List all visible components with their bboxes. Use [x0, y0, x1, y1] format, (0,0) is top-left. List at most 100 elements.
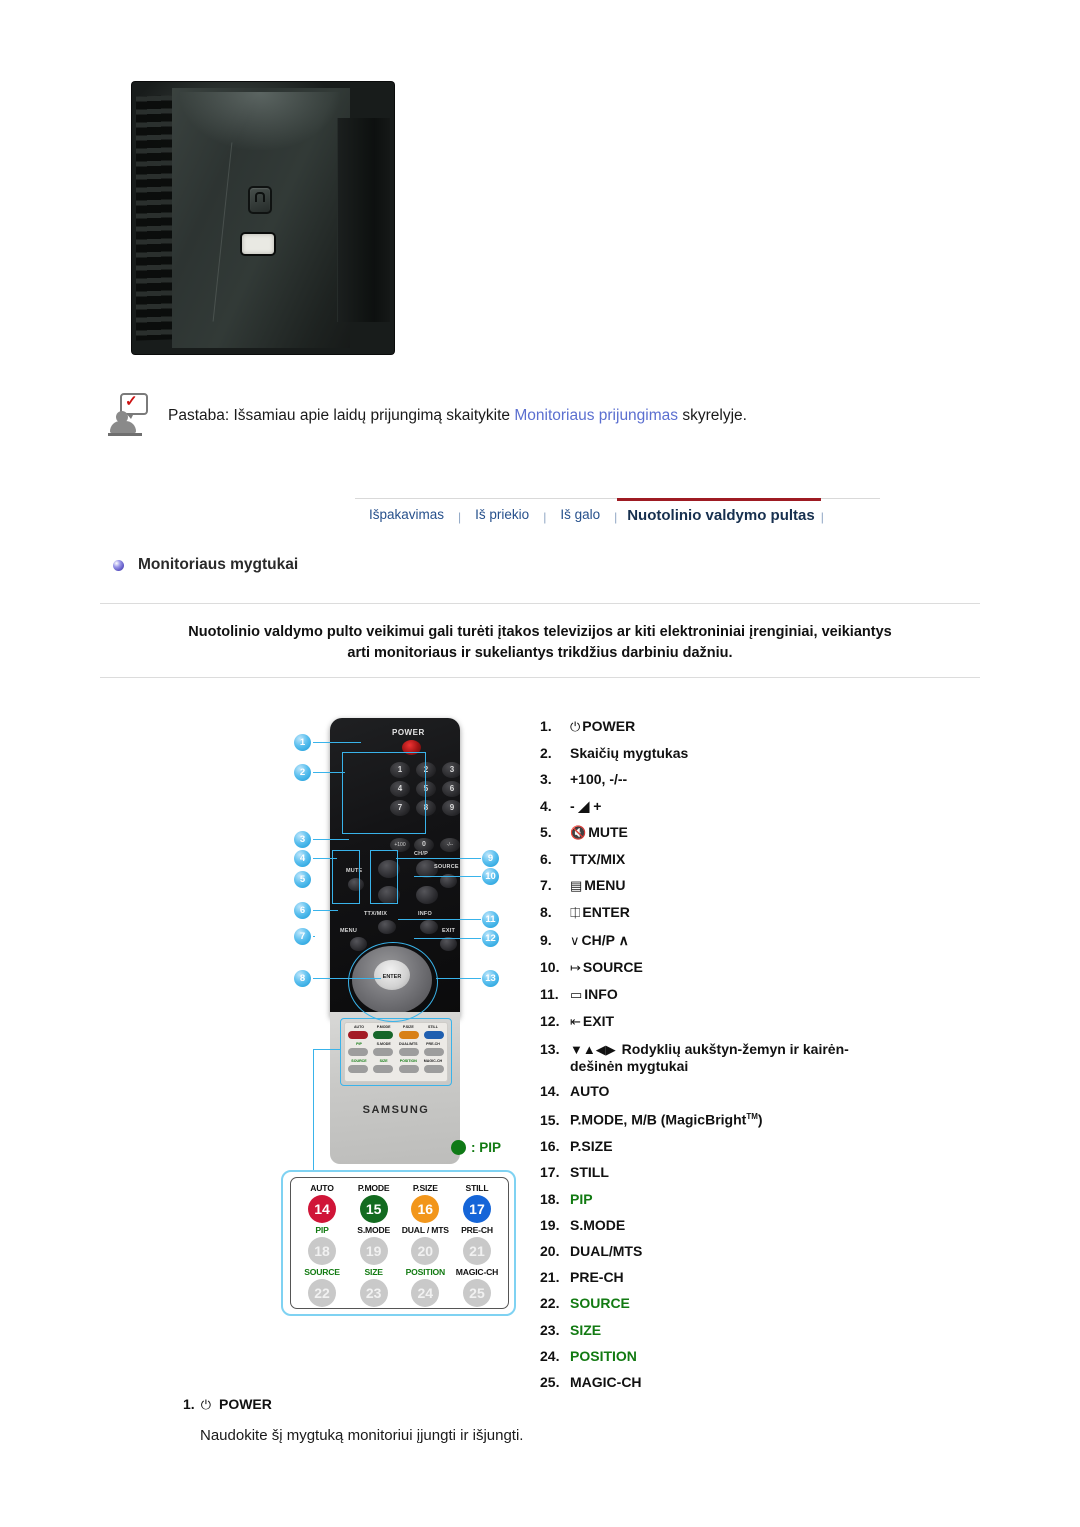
magnified-cell-21[interactable]: PRE-CH 21: [452, 1225, 502, 1265]
volume-icon: - ◢ +: [570, 797, 602, 814]
list-label: SOURCE: [582, 958, 643, 975]
tab-is-priekio[interactable]: Iš priekio: [461, 499, 543, 529]
list-text: ⏻ POWER: [570, 719, 900, 734]
list-text: ▭ INFO: [570, 987, 900, 1002]
list-text: ∨ CH/P ∧: [570, 933, 900, 948]
list-label: MAGIC-CH: [570, 1373, 642, 1390]
tab-is-galo[interactable]: Iš galo: [546, 499, 614, 529]
list-item: 13. ▼▲◀▶ Rodyklių aukštyn-žemyn ir kairė…: [540, 1041, 900, 1075]
note-text-after: skyrelyje.: [678, 407, 747, 424]
chevron-down-icon: ∨: [570, 932, 580, 948]
tab-nuotolinio-valdymo-pultas[interactable]: Nuotolinio valdymo pultas: [617, 498, 821, 530]
list-label: SIZE: [570, 1321, 602, 1338]
callout-badge-11: 11: [482, 911, 499, 928]
magnified-cap-magicch: MAGIC-CH: [455, 1267, 499, 1277]
magnified-num-20: 20: [411, 1237, 440, 1265]
remote-key-9[interactable]: 9: [442, 800, 460, 816]
divider-bottom: [100, 677, 980, 678]
list-number: 21.: [540, 1269, 560, 1286]
trademark-sup: TM: [746, 1112, 758, 1122]
magnified-cell-18[interactable]: PIP 18: [297, 1225, 347, 1265]
list-text: 🔇 MUTE: [570, 825, 900, 840]
magnified-cell-20[interactable]: DUAL / MTS 20: [400, 1225, 450, 1265]
list-item: 21. PRE-CH: [540, 1270, 900, 1284]
magnified-num-17: 17: [462, 1195, 491, 1223]
vent-slots: [136, 95, 172, 341]
magnified-cap-pmode: P.MODE: [357, 1183, 390, 1193]
remote-menu-button[interactable]: [350, 937, 367, 951]
list-number: 19.: [540, 1216, 560, 1233]
magnified-num-18: 18: [308, 1237, 336, 1265]
remote-info-button[interactable]: [420, 920, 438, 934]
magnified-cell-23[interactable]: SIZE 23: [349, 1267, 399, 1307]
list-label: S.MODE: [570, 1216, 626, 1233]
list-item: 17. STILL: [540, 1165, 900, 1179]
remote-key-minus[interactable]: -/--: [440, 838, 460, 852]
list-item: 19. S.MODE: [540, 1218, 900, 1232]
list-item: 1. ⏻ POWER: [540, 719, 900, 734]
magnified-cell-24[interactable]: POSITION 24: [400, 1267, 450, 1307]
green-dot-icon: [451, 1140, 466, 1155]
magnified-cell-22[interactable]: SOURCE 22: [297, 1267, 347, 1307]
list-label: Skaičių mygtukas: [570, 745, 689, 762]
tab-label: Iš priekio: [475, 506, 530, 522]
list-number: 2.: [540, 745, 552, 762]
remote-key-0[interactable]: 0: [414, 838, 434, 852]
callout-badge-6: 6: [294, 902, 311, 919]
list-number: 10.: [540, 958, 560, 975]
magnified-num-25: 25: [462, 1279, 491, 1307]
remote-exit-button[interactable]: [440, 937, 457, 951]
list-number: 9.: [540, 931, 552, 948]
magnified-cap-size: SIZE: [364, 1267, 384, 1277]
magnified-cap-prech: PRE-CH: [461, 1225, 493, 1235]
remote-channel-down-button[interactable]: [416, 886, 438, 904]
remote-key-3[interactable]: 3: [442, 762, 460, 778]
magnified-row-3: SOURCE 22 SIZE 23 POSITION 24 MAGIC-CH 2…: [297, 1267, 502, 1307]
magnified-cell-17[interactable]: STILL 17: [452, 1183, 502, 1223]
magnified-cell-15[interactable]: P.MODE 15: [349, 1183, 399, 1223]
detail-title: 1. ⏻ POWER: [183, 1396, 883, 1413]
source-icon: ↦: [570, 959, 581, 975]
remote-exit-label: EXIT: [442, 928, 456, 934]
power-icon: ⏻: [200, 1397, 211, 1412]
magnified-cap-smode: S.MODE: [357, 1225, 390, 1235]
list-number: 25.: [540, 1373, 560, 1390]
section-heading: Monitoriaus mygtukai: [113, 556, 298, 574]
callout-badge-4: 4: [294, 850, 311, 867]
list-item: 5. 🔇 MUTE: [540, 825, 900, 840]
list-item: 15. P.MODE, M/B (MagicBrightTM): [540, 1110, 900, 1127]
callout-badge-3: 3: [294, 831, 311, 848]
list-number: 20.: [540, 1243, 560, 1260]
magnified-button-panel: AUTO 14 P.MODE 15 P.SIZE 16 STILL 17 PIP…: [281, 1170, 516, 1316]
callout-box-chp: [370, 850, 398, 904]
magnified-cell-14[interactable]: AUTO 14: [297, 1183, 347, 1223]
note-row: ✓ Pastaba: Išsamiau apie laidų prijungim…: [108, 393, 990, 439]
remote-ttxmix-label: TTX/MIX: [364, 911, 388, 917]
list-label: POSITION: [570, 1347, 637, 1364]
kensington-lock-slot: [242, 234, 274, 254]
remote-key-6[interactable]: 6: [442, 781, 460, 797]
button-legend-list: 1. ⏻ POWER 2. Skaičių mygtukas 3. +100, -…: [540, 719, 900, 1401]
tab-ispakavimas[interactable]: Išpakavimas: [355, 499, 458, 529]
note-person-check-icon: ✓: [108, 393, 158, 439]
section-tabs[interactable]: Išpakavimas | Iš priekio | Iš galo | Nuo…: [355, 498, 880, 531]
magnified-cell-16[interactable]: P.SIZE 16: [400, 1183, 450, 1223]
callout-badge-13: 13: [482, 970, 499, 987]
warning-line-1: Nuotolinio valdymo pulto veikimui gali t…: [188, 624, 892, 640]
magnified-cell-25[interactable]: MAGIC-CH 25: [452, 1267, 502, 1307]
list-item: 22. SOURCE: [540, 1296, 900, 1310]
list-label: SOURCE: [570, 1295, 630, 1312]
magnified-cell-19[interactable]: S.MODE 19: [349, 1225, 399, 1265]
magnified-row-2: PIP 18 S.MODE 19 DUAL / MTS 20 PRE-CH 21: [297, 1225, 502, 1265]
remote-ttxmix-button[interactable]: [378, 920, 396, 934]
note-link[interactable]: Monitoriaus prijungimas: [514, 407, 678, 424]
list-number: 18.: [540, 1190, 560, 1207]
callout-badge-9: 9: [482, 850, 499, 867]
remote-source-label: SOURCE: [434, 864, 459, 870]
magnified-cap-source: SOURCE: [304, 1267, 340, 1277]
arrows-icon: ▼▲◀▶: [570, 1042, 616, 1058]
list-text: ↦ SOURCE: [570, 960, 900, 975]
magnified-num-23: 23: [359, 1279, 388, 1307]
magnified-num-14: 14: [308, 1195, 336, 1223]
remote-power-label: POWER: [392, 728, 425, 737]
